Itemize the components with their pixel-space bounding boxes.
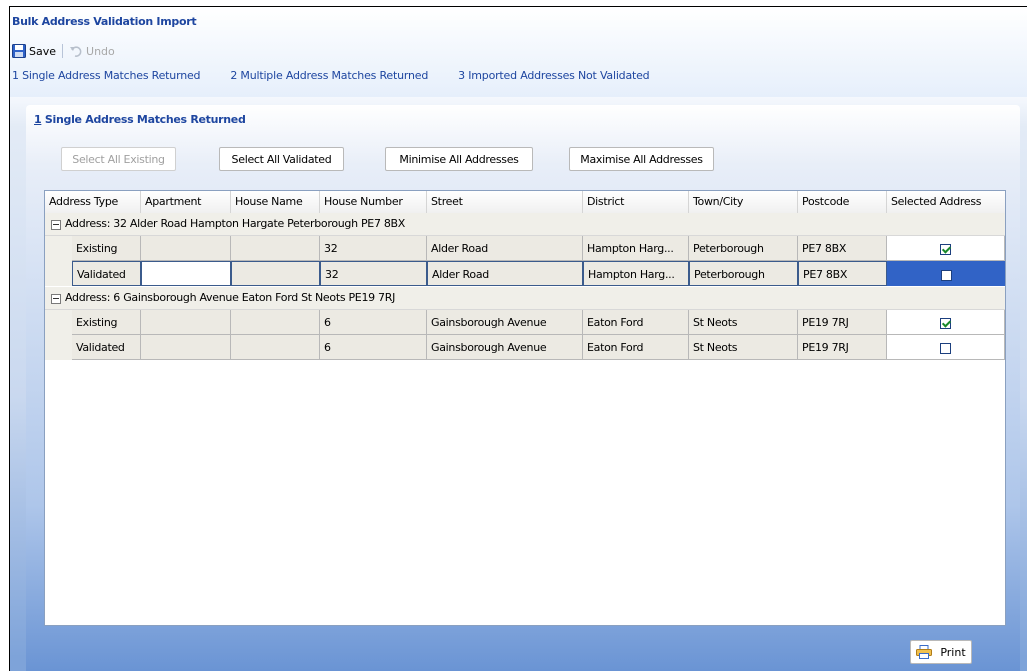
selected-checkbox[interactable]: [940, 269, 952, 281]
cell-district[interactable]: Eaton Ford: [583, 310, 689, 335]
col-address-type[interactable]: Address Type: [45, 191, 141, 213]
grid-header: Address Type Apartment House Name House …: [45, 191, 1005, 214]
undo-button[interactable]: Undo: [69, 44, 115, 58]
cell-street[interactable]: Alder Road: [427, 261, 583, 286]
selected-checkbox[interactable]: [940, 243, 951, 255]
cell-address-type[interactable]: Existing: [72, 310, 141, 335]
print-label: Print: [940, 645, 966, 659]
cell-town-city[interactable]: St Neots: [689, 310, 798, 335]
cell-district[interactable]: Eaton Ford: [583, 335, 689, 360]
col-house-name[interactable]: House Name: [231, 191, 320, 213]
col-postcode[interactable]: Postcode: [798, 191, 887, 213]
section-title: 1 Single Address Matches Returned: [34, 113, 246, 126]
address-group-1[interactable]: Address: 32 Alder Road Hampton Hargate P…: [45, 213, 1005, 236]
cell-house-number[interactable]: 6: [320, 310, 427, 335]
selected-checkbox[interactable]: [940, 342, 951, 354]
row-indent: [45, 310, 72, 335]
cell-town-city[interactable]: Peterborough: [689, 236, 798, 261]
cell-house-number[interactable]: 6: [320, 335, 427, 360]
cell-address-type[interactable]: Validated: [72, 335, 141, 360]
cell-address-type[interactable]: Existing: [72, 236, 141, 261]
save-label: Save: [29, 44, 57, 58]
cell-house-name[interactable]: [231, 310, 320, 335]
section-tabs: 1 Single Address Matches Returned 2 Mult…: [12, 69, 679, 82]
toolbar: Save Undo: [12, 42, 115, 60]
tab-not-validated[interactable]: 3 Imported Addresses Not Validated: [458, 69, 650, 82]
select-all-validated-button[interactable]: Select All Validated: [219, 147, 344, 171]
cell-postcode[interactable]: PE7 8BX: [798, 236, 887, 261]
address-grid: Address Type Apartment House Name House …: [44, 190, 1006, 626]
cell-house-name[interactable]: [231, 335, 320, 360]
row-indent: [45, 261, 72, 286]
cell-district[interactable]: Hampton Harg...: [583, 261, 689, 286]
cell-apartment[interactable]: [141, 236, 231, 261]
printer-icon: [916, 645, 933, 659]
cell-town-city[interactable]: Peterborough: [689, 261, 798, 286]
cell-selected-address[interactable]: [887, 310, 1005, 335]
table-row[interactable]: Validated 6 Gainsborough Avenue Eaton Fo…: [45, 335, 1005, 360]
tab-single-matches[interactable]: 1 Single Address Matches Returned: [12, 69, 201, 82]
window-title: Bulk Address Validation Import: [12, 15, 197, 28]
cell-selected-address[interactable]: [887, 236, 1005, 261]
cell-house-number[interactable]: 32: [320, 236, 427, 261]
cell-selected-address[interactable]: [887, 335, 1005, 360]
main-window: Bulk Address Validation Import Save Undo: [9, 6, 1027, 671]
cell-district[interactable]: Hampton Harg...: [583, 236, 689, 261]
header-area: Bulk Address Validation Import Save Undo: [10, 7, 1027, 97]
maximise-all-button[interactable]: Maximise All Addresses: [569, 147, 714, 171]
cell-house-name[interactable]: [231, 261, 320, 286]
cell-street[interactable]: Gainsborough Avenue: [427, 335, 583, 360]
undo-label: Undo: [86, 44, 115, 58]
col-apartment[interactable]: Apartment: [141, 191, 231, 213]
cell-town-city[interactable]: St Neots: [689, 335, 798, 360]
group-label: Address: 32 Alder Road Hampton Hargate P…: [65, 217, 406, 230]
cell-apartment[interactable]: [141, 335, 231, 360]
undo-icon: [70, 46, 82, 57]
save-button[interactable]: Save: [12, 44, 56, 58]
cell-house-number[interactable]: 32: [320, 261, 427, 286]
col-selected-address[interactable]: Selected Address: [887, 191, 1005, 213]
cell-street[interactable]: Alder Road: [427, 236, 583, 261]
cell-selected-address[interactable]: [887, 261, 1005, 286]
cell-postcode[interactable]: PE19 7RJ: [798, 310, 887, 335]
table-row[interactable]: Existing 6 Gainsborough Avenue Eaton For…: [45, 310, 1005, 335]
selected-checkbox[interactable]: [940, 317, 951, 329]
cell-house-name[interactable]: [231, 236, 320, 261]
table-row[interactable]: Validated 32 Alder Road Hampton Harg... …: [45, 261, 1005, 286]
col-town-city[interactable]: Town/City: [689, 191, 798, 213]
tab-multiple-matches[interactable]: 2 Multiple Address Matches Returned: [230, 69, 428, 82]
collapse-icon[interactable]: [51, 294, 61, 304]
col-district[interactable]: District: [583, 191, 689, 213]
cell-address-type[interactable]: Validated: [72, 261, 141, 286]
select-all-existing-button[interactable]: Select All Existing: [61, 147, 176, 171]
address-group-2[interactable]: Address: 6 Gainsborough Avenue Eaton For…: [45, 287, 1005, 310]
row-indent: [45, 236, 72, 261]
minimise-all-button[interactable]: Minimise All Addresses: [385, 147, 533, 171]
cell-apartment[interactable]: [141, 310, 231, 335]
section-title-text: Single Address Matches Returned: [41, 113, 246, 126]
group-label: Address: 6 Gainsborough Avenue Eaton For…: [65, 291, 396, 304]
save-icon: [12, 44, 26, 58]
col-house-number[interactable]: House Number: [320, 191, 427, 213]
toolbar-separator: [62, 44, 64, 58]
cell-street[interactable]: Gainsborough Avenue: [427, 310, 583, 335]
cell-postcode[interactable]: PE7 8BX: [798, 261, 887, 286]
table-row[interactable]: Existing 32 Alder Road Hampton Harg... P…: [45, 236, 1005, 261]
cell-apartment[interactable]: [141, 261, 231, 286]
row-indent: [45, 335, 72, 360]
cell-postcode[interactable]: PE19 7RJ: [798, 335, 887, 360]
collapse-icon[interactable]: [51, 220, 61, 230]
col-street[interactable]: Street: [427, 191, 583, 213]
print-button[interactable]: Print: [910, 640, 972, 664]
